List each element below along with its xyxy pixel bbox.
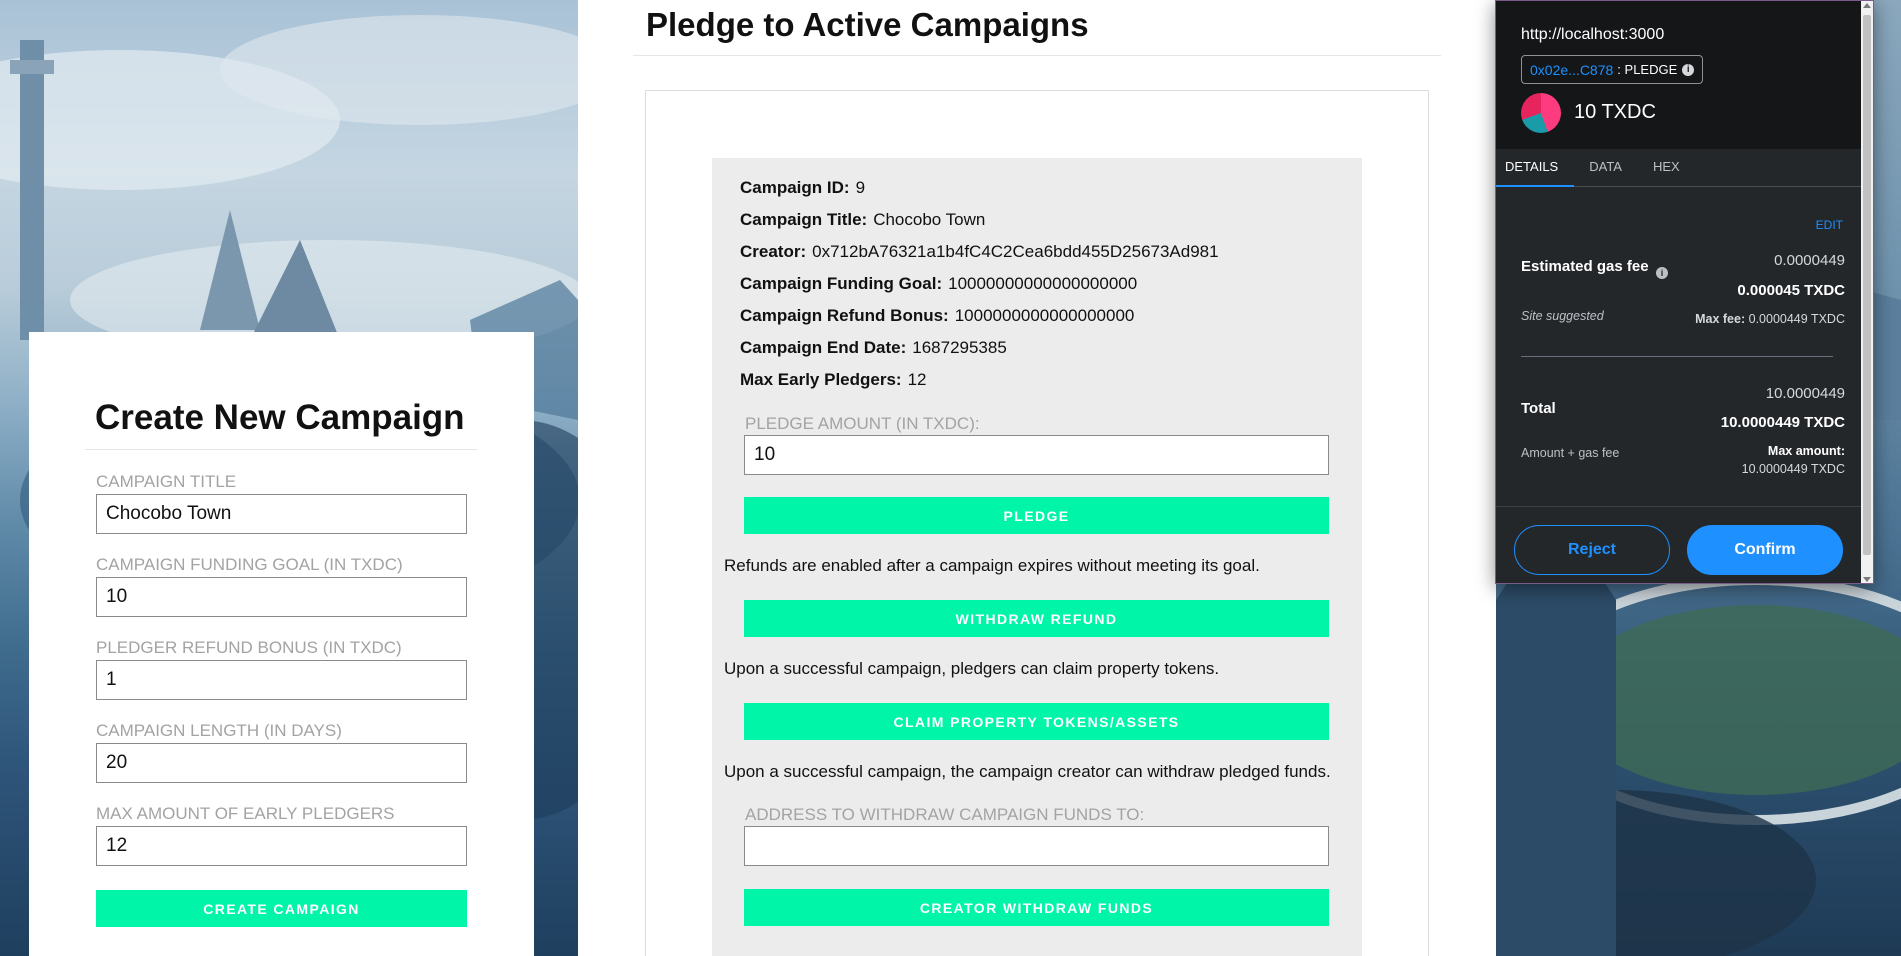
footer-divider — [1496, 506, 1862, 507]
withdraw-refund-button[interactable]: WITHDRAW REFUND — [744, 600, 1329, 637]
tab-hex[interactable]: HEX — [1644, 149, 1696, 187]
early-pledgers-input[interactable] — [96, 826, 467, 866]
refund-bonus-field-label: PLEDGER REFUND BONUS (IN TXDC) — [96, 638, 402, 657]
campaign-length-field-label: CAMPAIGN LENGTH (IN DAYS) — [96, 721, 342, 740]
early-pledgers-row: Max Early Pledgers: 12 — [740, 370, 927, 390]
creator-value: 0x712bA76321a1b4fC4C2Cea6bdd455D25673Ad9… — [812, 242, 1219, 261]
campaign-title-row: Campaign Title: Chocobo Town — [740, 210, 985, 230]
account-address[interactable]: 0x02e...C878 — [1530, 62, 1613, 78]
wallet-tabs: DETAILS DATA HEX — [1496, 149, 1862, 187]
early-pledgers-field-label: MAX AMOUNT OF EARLY PLEDGERS — [96, 804, 395, 823]
creator-withdraw-button[interactable]: CREATOR WITHDRAW FUNDS — [744, 889, 1329, 926]
early-pledgers-label: Max Early Pledgers: — [740, 370, 902, 389]
gas-fee-label: Estimated gas fee — [1521, 258, 1649, 275]
funding-goal-row: Campaign Funding Goal: 100000000000000000… — [740, 274, 1137, 294]
refund-bonus-input[interactable] — [96, 660, 467, 700]
end-date-label: Campaign End Date: — [740, 338, 907, 357]
total-label: Total — [1521, 400, 1556, 417]
refund-bonus-row: Campaign Refund Bonus: 100000000000000000… — [740, 306, 1134, 326]
refund-bonus-value: 1000000000000000000 — [954, 306, 1135, 325]
page-title: Pledge to Active Campaigns — [646, 6, 1089, 43]
refund-note: Refunds are enabled after a campaign exp… — [724, 556, 1260, 575]
end-date-row: Campaign End Date: 1687295385 — [740, 338, 1007, 358]
pledge-button[interactable]: PLEDGE — [744, 497, 1329, 534]
creator-row: Creator: 0x712bA76321a1b4fC4C2Cea6bdd455D… — [740, 242, 1219, 262]
max-amount-label: Max amount: — [1767, 444, 1845, 458]
title-divider — [633, 55, 1441, 56]
gas-fee-value-bold: 0.000045 TXDC — [1737, 282, 1845, 299]
create-title-divider — [85, 449, 477, 450]
refund-bonus-label: Campaign Refund Bonus: — [740, 306, 949, 325]
campaign-title-input[interactable] — [96, 494, 467, 534]
end-date-value: 1687295385 — [912, 338, 1007, 357]
site-origin: http://localhost:3000 — [1521, 26, 1665, 43]
create-campaign-title: Create New Campaign — [95, 398, 465, 437]
gas-fee-value: 0.0000449 — [1774, 252, 1845, 269]
site-suggested-label: Site suggested — [1521, 309, 1604, 323]
max-fee-value: 0.0000449 TXDC — [1748, 312, 1845, 326]
account-method-pill[interactable]: 0x02e...C878 : PLEDGE i — [1521, 55, 1704, 84]
creator-label: Creator: — [740, 242, 807, 261]
tab-data[interactable]: DATA — [1580, 149, 1638, 187]
tab-details[interactable]: DETAILS — [1496, 149, 1575, 187]
pledge-amount-label: PLEDGE AMOUNT (IN TXDC): — [745, 414, 980, 433]
claim-note: Upon a successful campaign, pledgers can… — [724, 659, 1220, 678]
pledge-page: Pledge to Active Campaigns Campaign ID: 9… — [578, 0, 1496, 956]
funding-goal-input[interactable] — [96, 577, 467, 617]
scroll-up-icon[interactable] — [1863, 3, 1871, 8]
funding-goal-field-label: CAMPAIGN FUNDING GOAL (IN TXDC) — [96, 555, 403, 574]
campaign-id-label: Campaign ID: — [740, 178, 850, 197]
funding-goal-value: 10000000000000000000 — [948, 274, 1138, 293]
early-pledgers-value: 12 — [907, 370, 927, 389]
campaign-title-field-label: CAMPAIGN TITLE — [96, 472, 237, 491]
total-value: 10.0000449 — [1765, 385, 1845, 402]
campaign-id-row: Campaign ID: 9 — [740, 178, 865, 198]
edit-gas-link[interactable]: EDIT — [1816, 218, 1843, 232]
create-campaign-card: Create New Campaign CAMPAIGN TITLE CAMPA… — [29, 332, 534, 956]
method-name: : PLEDGE — [1617, 62, 1678, 77]
total-value-bold: 10.0000449 TXDC — [1720, 414, 1845, 431]
scrollbar-thumb[interactable] — [1863, 15, 1871, 555]
campaign-id-value: 9 — [855, 178, 866, 197]
withdraw-address-input[interactable] — [744, 826, 1329, 866]
wallet-scrollbar[interactable] — [1861, 1, 1873, 583]
campaign-length-input[interactable] — [96, 743, 467, 783]
campaign-title-label: Campaign Title: — [740, 210, 868, 229]
max-amount-value: 10.0000449 TXDC — [1741, 462, 1845, 476]
create-campaign-button[interactable]: CREATE CAMPAIGN — [96, 890, 467, 927]
info-icon[interactable]: i — [1682, 63, 1695, 76]
gas-info-icon[interactable]: i — [1656, 267, 1668, 279]
pledge-amount-input[interactable] — [744, 435, 1329, 475]
max-fee-row: Max fee: 0.0000449 TXDC — [1695, 312, 1845, 326]
campaign-card: Campaign ID: 9 Campaign Title: Chocobo Tow… — [712, 158, 1362, 956]
transaction-amount: 10 TXDC — [1574, 101, 1656, 123]
reject-button[interactable]: Reject — [1514, 525, 1670, 575]
amount-gas-label: Amount + gas fee — [1521, 446, 1620, 460]
creator-note: Upon a successful campaign, the campaign… — [724, 762, 1331, 781]
token-icon — [1521, 93, 1561, 133]
withdraw-address-label: ADDRESS TO WITHDRAW CAMPAIGN FUNDS TO: — [745, 805, 1145, 824]
scroll-down-icon[interactable] — [1863, 577, 1871, 582]
wallet-header: http://localhost:3000 0x02e...C878 : PLE… — [1496, 1, 1862, 149]
funding-goal-label: Campaign Funding Goal: — [740, 274, 943, 293]
claim-tokens-button[interactable]: CLAIM PROPERTY TOKENS/ASSETS — [744, 703, 1329, 740]
summary-divider — [1521, 356, 1833, 357]
confirm-button[interactable]: Confirm — [1687, 525, 1843, 575]
campaign-title-value: Chocobo Town — [873, 210, 986, 229]
max-fee-label: Max fee: — [1695, 312, 1746, 326]
wallet-confirmation-popup: http://localhost:3000 0x02e...C878 : PLE… — [1495, 0, 1874, 584]
